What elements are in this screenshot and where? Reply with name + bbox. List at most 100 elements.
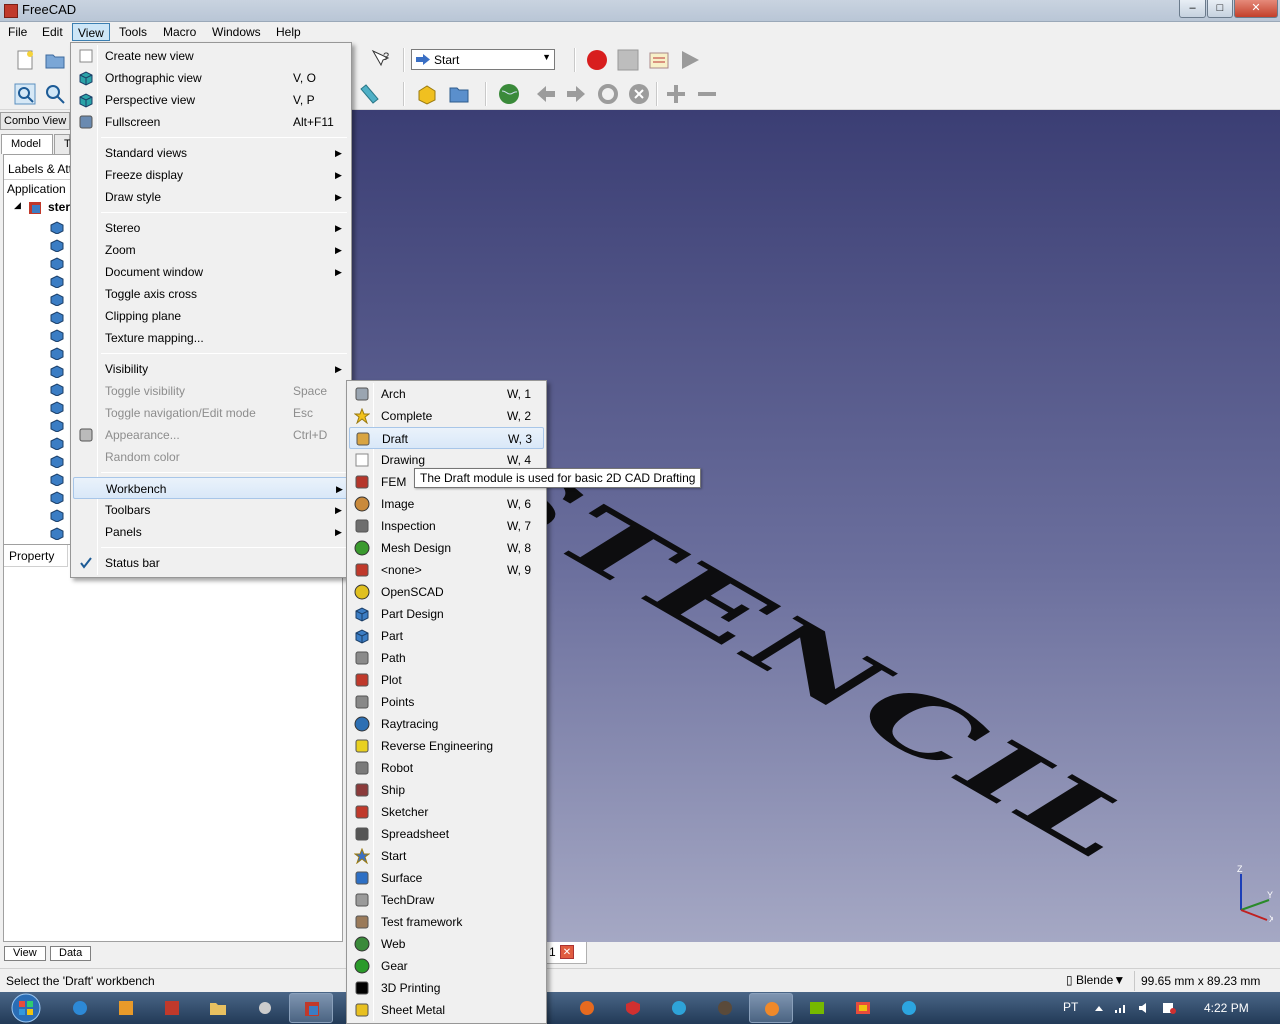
workbench-item-points[interactable]: Points <box>349 691 544 713</box>
navigation-style-selector[interactable]: ▯ Blende▼ <box>1066 973 1125 987</box>
workbench-item-openscad[interactable]: OpenSCAD <box>349 581 544 603</box>
tray-language[interactable]: PT <box>1063 1000 1078 1014</box>
part-object-icon[interactable] <box>50 221 64 234</box>
workbench-item-part-design[interactable]: Part Design <box>349 603 544 625</box>
workbench-item-gear[interactable]: Gear <box>349 955 544 977</box>
refresh-icon[interactable] <box>597 83 619 105</box>
part-object-icon[interactable] <box>50 365 64 378</box>
view-menu-item-workbench[interactable]: Workbench ▶ <box>73 477 349 499</box>
view-menu-item-toggle-axis-cross[interactable]: Toggle axis cross <box>73 283 349 305</box>
zoom-out-icon[interactable] <box>696 83 718 105</box>
part-object-icon[interactable] <box>50 473 64 486</box>
tab-view[interactable]: View <box>4 946 46 961</box>
view-menu-item-texture-mapping[interactable]: Texture mapping... <box>73 327 349 349</box>
part-object-icon[interactable] <box>50 275 64 288</box>
stop-macro-icon[interactable] <box>617 49 639 71</box>
workbench-item-sketcher[interactable]: Sketcher <box>349 801 544 823</box>
create-group-icon[interactable] <box>448 83 470 105</box>
zoom-in-icon[interactable] <box>665 83 687 105</box>
view-menu-item-toggle-visibility[interactable]: Toggle visibility Space <box>73 380 349 402</box>
workbench-item-complete[interactable]: Complete W, 2 <box>349 405 544 427</box>
whats-this-icon[interactable]: ? <box>370 48 392 70</box>
taskbar-media[interactable] <box>104 993 148 1023</box>
minimize-button[interactable]: – <box>1179 0 1206 18</box>
view-menu-item-toggle-navigation-edit-mode[interactable]: Toggle navigation/Edit mode Esc <box>73 402 349 424</box>
taskbar-explorer[interactable] <box>196 993 240 1023</box>
action-center-icon[interactable] <box>1162 1002 1176 1014</box>
view-menu-item-freeze-display[interactable]: Freeze display ▶ <box>73 164 349 186</box>
workbench-item-image[interactable]: Image W, 6 <box>349 493 544 515</box>
back-arrow-icon[interactable] <box>535 83 557 105</box>
part-object-icon[interactable] <box>50 293 64 306</box>
workbench-item-ship[interactable]: Ship <box>349 779 544 801</box>
taskbar-freecad[interactable] <box>289 993 333 1023</box>
tray-clock[interactable]: 4:22 PM <box>1204 1001 1249 1015</box>
fit-all-icon[interactable] <box>14 83 36 105</box>
view-menu-item-panels[interactable]: Panels ▶ <box>73 521 349 543</box>
fit-selection-icon[interactable] <box>44 83 66 105</box>
taskbar-ie[interactable] <box>58 993 102 1023</box>
workbench-item-3d-printing[interactable]: 3D Printing <box>349 977 544 999</box>
workbench-item-sheet-metal[interactable]: Sheet Metal <box>349 999 544 1021</box>
part-object-icon[interactable] <box>50 455 64 468</box>
part-object-icon[interactable] <box>50 419 64 432</box>
workbench-selector[interactable]: Start ▼ <box>411 49 555 70</box>
workbench-item-arch[interactable]: Arch W, 1 <box>349 383 544 405</box>
new-document-icon[interactable] <box>14 49 36 71</box>
part-object-icon[interactable] <box>50 491 64 504</box>
menu-file[interactable]: File <box>3 23 32 41</box>
taskbar-app-8[interactable] <box>611 993 655 1023</box>
part-object-icon[interactable] <box>50 347 64 360</box>
menu-windows[interactable]: Windows <box>207 23 266 41</box>
view-menu-item-zoom[interactable]: Zoom ▶ <box>73 239 349 261</box>
part-object-icon[interactable] <box>50 527 64 540</box>
open-folder-icon[interactable] <box>44 49 66 71</box>
document-tab[interactable]: 1 ✕ <box>544 942 587 964</box>
part-object-icon[interactable] <box>50 401 64 414</box>
view-menu-item-create-new-view[interactable]: Create new view <box>73 45 349 67</box>
taskbar-app-12[interactable] <box>795 993 839 1023</box>
tab-data[interactable]: Data <box>50 946 92 961</box>
create-part-icon[interactable] <box>416 83 438 105</box>
taskbar-app-9[interactable] <box>657 993 701 1023</box>
part-object-icon[interactable] <box>50 257 64 270</box>
view-menu-item-fullscreen[interactable]: Fullscreen Alt+F11 <box>73 111 349 133</box>
forward-arrow-icon[interactable] <box>565 83 587 105</box>
run-macro-icon[interactable] <box>679 49 701 71</box>
taskbar-firefox[interactable] <box>565 993 609 1023</box>
measure-distance-icon[interactable] <box>358 83 380 105</box>
part-object-icon[interactable] <box>50 437 64 450</box>
network-signal-icon[interactable] <box>1114 1002 1128 1014</box>
view-menu-item-document-window[interactable]: Document window ▶ <box>73 261 349 283</box>
taskbar-app-3[interactable] <box>150 993 194 1023</box>
part-object-icon[interactable] <box>50 509 64 522</box>
view-menu-item-random-color[interactable]: Random color <box>73 446 349 468</box>
part-object-icon[interactable] <box>50 311 64 324</box>
workbench-item-start[interactable]: Start <box>349 845 544 867</box>
tray-expand-icon[interactable] <box>1092 1002 1106 1014</box>
taskbar-app-13[interactable] <box>841 993 885 1023</box>
view-menu-item-perspective-view[interactable]: Perspective view V, P <box>73 89 349 111</box>
taskbar-app-11[interactable] <box>749 993 793 1023</box>
workbench-item-raytracing[interactable]: Raytracing <box>349 713 544 735</box>
view-menu-item-appearance[interactable]: Appearance... Ctrl+D <box>73 424 349 446</box>
view-menu-item-toolbars[interactable]: Toolbars ▶ <box>73 499 349 521</box>
part-object-icon[interactable] <box>50 239 64 252</box>
tab-tasks[interactable]: Ta <box>54 134 76 154</box>
view-menu-item-draw-style[interactable]: Draw style ▶ <box>73 186 349 208</box>
workbench-item-reverse-engineering[interactable]: Reverse Engineering <box>349 735 544 757</box>
record-macro-icon[interactable] <box>586 49 608 71</box>
workbench-item-robot[interactable]: Robot <box>349 757 544 779</box>
view-menu-item-status-bar[interactable]: Status bar <box>73 552 349 574</box>
workbench-item-plot[interactable]: Plot <box>349 669 544 691</box>
workbench-item-mesh-design[interactable]: Mesh Design W, 8 <box>349 537 544 559</box>
web-globe-icon[interactable] <box>498 83 520 105</box>
close-window-button[interactable]: ✕ <box>1234 0 1278 18</box>
workbench-item-part[interactable]: Part <box>349 625 544 647</box>
taskbar-app-5[interactable] <box>243 993 287 1023</box>
maximize-button[interactable]: □ <box>1207 0 1233 18</box>
part-object-icon[interactable] <box>50 383 64 396</box>
menu-view[interactable]: View <box>72 23 110 41</box>
volume-icon[interactable] <box>1138 1002 1152 1014</box>
menu-tools[interactable]: Tools <box>114 23 152 41</box>
